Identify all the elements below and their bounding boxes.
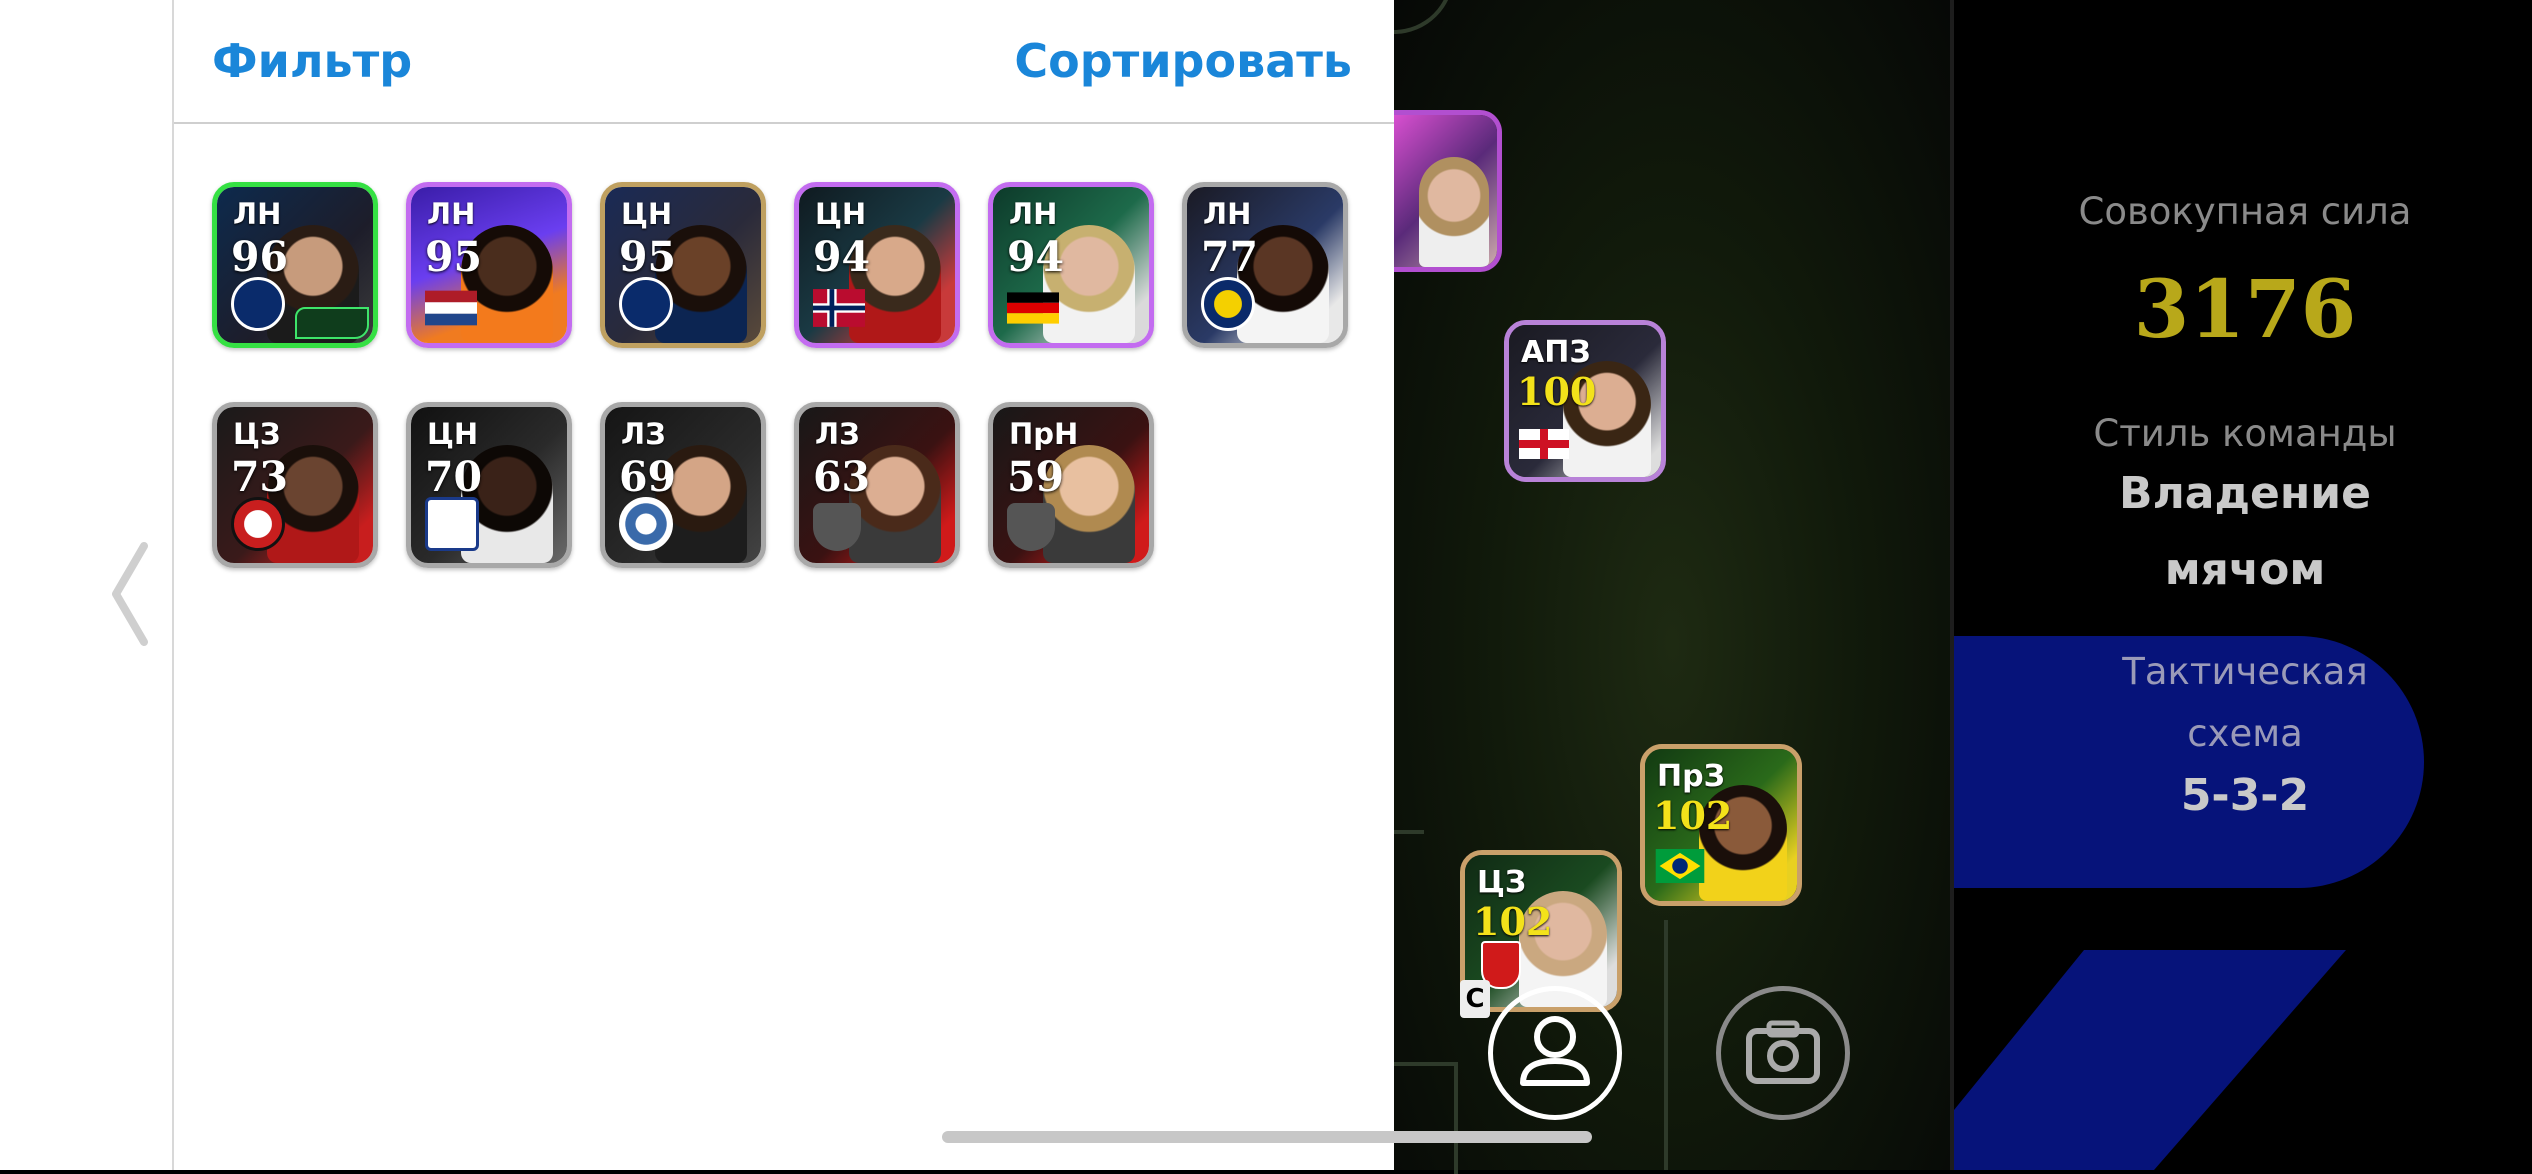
pitch-line bbox=[1394, 800, 1424, 834]
player-position: ЦН bbox=[815, 197, 867, 231]
player-position: ЛН bbox=[1009, 197, 1058, 231]
germany-flag-icon bbox=[1007, 292, 1059, 324]
player-position: ЦН bbox=[427, 417, 479, 451]
player-card[interactable]: ЦЗ 73 bbox=[212, 402, 378, 568]
player-card[interactable]: ЦН 70 bbox=[406, 402, 572, 568]
player-list-panel: Фильтр Сортировать ЛН 96 ЛН 95 ЦН 95 ЦН … bbox=[174, 0, 1394, 1170]
filter-button[interactable]: Фильтр bbox=[212, 34, 412, 88]
club-badge-icon bbox=[231, 277, 285, 331]
player-rating: 96 bbox=[231, 233, 289, 281]
player-position: ЦЗ bbox=[1477, 865, 1527, 900]
home-indicator[interactable] bbox=[942, 1131, 1592, 1143]
player-rating: 59 bbox=[1007, 453, 1065, 501]
player-rating: 102 bbox=[1653, 793, 1733, 838]
pitch-player-card[interactable]: АПЗ 100 bbox=[1504, 320, 1666, 482]
player-position: ЛН bbox=[1203, 197, 1252, 231]
booster-tag-icon bbox=[295, 307, 369, 339]
shield-placeholder-icon bbox=[1007, 503, 1055, 551]
player-rating: 73 bbox=[231, 453, 289, 501]
player-card[interactable]: ЦН 94 bbox=[794, 182, 960, 348]
pitch-player-card[interactable]: ПрЗ 102 bbox=[1640, 744, 1802, 906]
brazil-flag-icon bbox=[1655, 849, 1705, 883]
captain-badge: C bbox=[1460, 980, 1490, 1018]
decorative-stripe bbox=[1954, 950, 2346, 1170]
player-card[interactable]: ЛЗ 69 bbox=[600, 402, 766, 568]
club-badge-icon bbox=[1201, 277, 1255, 331]
formation-label-line1: Тактическая bbox=[2122, 650, 2368, 693]
player-rating: 102 bbox=[1473, 899, 1553, 944]
strength-label: Совокупная сила bbox=[2078, 190, 2412, 233]
camera-icon bbox=[1746, 1020, 1820, 1084]
player-position: ПрН bbox=[1009, 417, 1079, 451]
player-card[interactable]: ЛН 95 bbox=[406, 182, 572, 348]
player-position: ЦЗ bbox=[233, 417, 281, 451]
player-card[interactable]: ЛН 96 bbox=[212, 182, 378, 348]
chevron-left-icon[interactable] bbox=[108, 540, 152, 648]
netherlands-flag-icon bbox=[425, 290, 477, 326]
player-rating: 94 bbox=[1007, 233, 1065, 281]
player-position: ПрЗ bbox=[1657, 759, 1725, 794]
norway-flag-icon bbox=[813, 289, 865, 327]
player-rating: 100 bbox=[1517, 369, 1597, 414]
shield-placeholder-icon bbox=[813, 503, 861, 551]
player-position: ЛН bbox=[427, 197, 476, 231]
player-rating: 94 bbox=[813, 233, 871, 281]
player-position: ЛЗ bbox=[815, 417, 860, 451]
pitch-line bbox=[1394, 0, 1454, 34]
player-position: АПЗ bbox=[1521, 335, 1591, 370]
player-rating: 95 bbox=[425, 233, 483, 281]
style-value-line1: Владение bbox=[2119, 468, 2371, 519]
player-position: ЛН bbox=[233, 197, 282, 231]
player-card[interactable]: ЛН 94 bbox=[988, 182, 1154, 348]
style-label: Стиль команды bbox=[2093, 412, 2397, 455]
player-card[interactable]: ЦН 95 bbox=[600, 182, 766, 348]
player-select-button[interactable] bbox=[1488, 986, 1622, 1120]
left-edge-strip bbox=[0, 0, 174, 1170]
formation-label-line2: схема bbox=[2187, 712, 2303, 755]
player-rating: 63 bbox=[813, 453, 871, 501]
club-badge-icon bbox=[231, 497, 285, 551]
formation-value: 5-3-2 bbox=[2180, 770, 2310, 821]
player-card[interactable]: ЛЗ 63 bbox=[794, 402, 960, 568]
club-badge-icon bbox=[619, 497, 673, 551]
player-rating: 69 bbox=[619, 453, 677, 501]
pitch-line bbox=[1394, 1062, 1458, 1174]
screenshot-button[interactable] bbox=[1716, 986, 1850, 1120]
team-info-panel: Совокупная сила 3176 Стиль команды Владе… bbox=[1950, 0, 2532, 1170]
player-rating: 95 bbox=[619, 233, 677, 281]
player-rating: 77 bbox=[1201, 233, 1259, 281]
player-face-icon bbox=[1419, 157, 1489, 267]
pitch-player-card[interactable] bbox=[1394, 110, 1502, 272]
club-badge-icon bbox=[619, 277, 673, 331]
player-rating: 70 bbox=[425, 453, 483, 501]
player-card[interactable]: ПрН 59 bbox=[988, 402, 1154, 568]
style-value-line2: мячом bbox=[2164, 544, 2326, 595]
player-position: ЛЗ bbox=[621, 417, 666, 451]
pitch: АПЗ 100 ПрЗ 102 ЦЗ 102 C bbox=[1394, 0, 1950, 1174]
player-card[interactable]: ЛН 77 bbox=[1182, 182, 1348, 348]
pitch-line bbox=[1664, 920, 1668, 1170]
person-icon bbox=[1520, 1016, 1590, 1086]
strength-value: 3176 bbox=[2133, 262, 2357, 356]
player-position: ЦН bbox=[621, 197, 673, 231]
england-flag-icon bbox=[1519, 429, 1569, 459]
sort-button[interactable]: Сортировать bbox=[1014, 34, 1352, 88]
panel-header: Фильтр Сортировать bbox=[174, 0, 1394, 124]
club-badge-icon bbox=[425, 497, 479, 551]
